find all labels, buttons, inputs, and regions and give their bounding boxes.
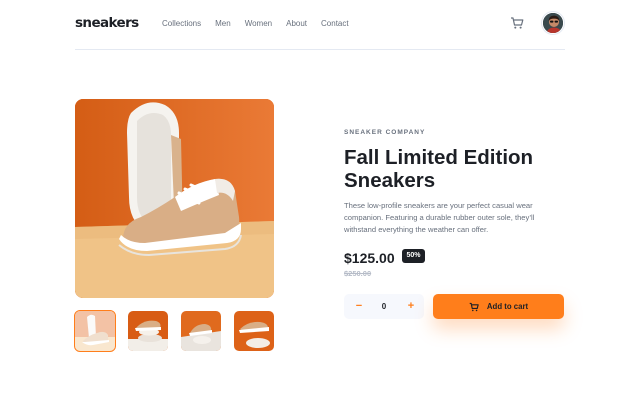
current-price: $125.00 xyxy=(344,250,395,266)
thumbnail-1[interactable] xyxy=(74,310,116,352)
nav-link-contact[interactable]: Contact xyxy=(321,19,349,28)
thumbnail-3[interactable] xyxy=(181,311,221,351)
product-description: These low-profile sneakers are your perf… xyxy=(344,201,535,234)
quantity-stepper: − 0 + xyxy=(344,294,424,319)
product-title: Fall Limited Edition Sneakers xyxy=(344,146,534,192)
nav-link-collections[interactable]: Collections xyxy=(162,19,201,28)
user-avatar[interactable] xyxy=(542,12,564,34)
cart-icon xyxy=(469,302,479,311)
site-header: sneakers Collections Men Women About Con… xyxy=(75,0,565,50)
nav-link-women[interactable]: Women xyxy=(245,19,272,28)
quantity-value: 0 xyxy=(381,302,387,311)
logo[interactable]: sneakers xyxy=(75,15,139,31)
thumbnail-4[interactable] xyxy=(234,311,274,351)
nav-link-men[interactable]: Men xyxy=(215,19,231,28)
add-to-cart-button[interactable]: Add to cart xyxy=(433,294,564,319)
increase-quantity-button[interactable]: + xyxy=(398,294,424,319)
product-company: SNEAKER COMPANY xyxy=(344,129,426,136)
thumbnail-strip xyxy=(74,310,274,352)
cart-icon[interactable] xyxy=(510,16,524,30)
add-to-cart-label: Add to cart xyxy=(486,302,529,311)
decrease-quantity-button[interactable]: − xyxy=(346,294,372,319)
main-nav: Collections Men Women About Contact xyxy=(162,19,349,28)
thumbnail-2[interactable] xyxy=(128,311,168,351)
product-main-image[interactable] xyxy=(75,99,274,298)
original-price: $250.00 xyxy=(344,269,372,278)
discount-badge: 50% xyxy=(402,249,425,263)
nav-link-about[interactable]: About xyxy=(286,19,307,28)
